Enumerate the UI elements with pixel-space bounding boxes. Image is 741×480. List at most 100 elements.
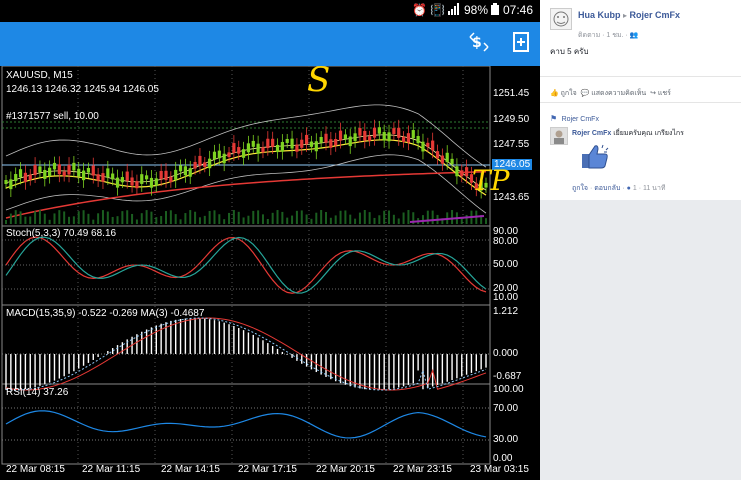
comment-like-count: 1 xyxy=(632,185,637,192)
candle-body xyxy=(324,133,328,143)
candle-body xyxy=(465,167,469,177)
stoch-label: Stoch(5,3,3) 70.49 68.16 xyxy=(6,228,117,239)
page-label[interactable]: Rojer CmFx xyxy=(562,116,599,123)
candle-body xyxy=(159,170,163,180)
post-meta: ติดตาม · 1 ชม. · xyxy=(578,32,630,39)
signal-icon xyxy=(448,3,460,18)
volume-bar xyxy=(266,218,269,224)
app-toolbar: $ xyxy=(0,22,540,66)
comment-author[interactable]: Rojer CmFx xyxy=(572,130,611,137)
candle-body xyxy=(343,134,347,140)
candle-body xyxy=(198,155,202,166)
candle-body xyxy=(33,165,37,176)
candle-body xyxy=(169,176,173,183)
time-tick: 22 Mar 14:15 xyxy=(161,464,220,475)
volume-bar xyxy=(383,210,386,224)
comment-avatar[interactable] xyxy=(550,127,568,145)
candle-body xyxy=(222,153,226,164)
volume-bar xyxy=(150,211,153,224)
macd-tick: -0.687 xyxy=(493,371,522,382)
candle-body xyxy=(445,152,449,163)
candle-body xyxy=(111,173,115,180)
candle-body xyxy=(77,168,81,177)
candle-body xyxy=(14,174,18,182)
candle-body xyxy=(135,181,139,189)
time-tick: 23 Mar 03:15 xyxy=(470,464,529,475)
volume-bar xyxy=(179,219,182,224)
candle-body xyxy=(450,158,454,165)
currency-exchange-icon[interactable]: $ xyxy=(466,31,492,57)
candle-body xyxy=(334,139,338,146)
candle-body xyxy=(145,175,149,180)
candle-body xyxy=(193,161,197,169)
order-label: #1371577 sell, 10.00 xyxy=(6,111,99,122)
volume-bar xyxy=(58,210,61,224)
candle-body xyxy=(280,141,284,152)
like-button[interactable]: ถูกใจ xyxy=(561,90,577,97)
volume-bar xyxy=(257,210,260,224)
volume-bar xyxy=(325,212,327,224)
svg-text:$: $ xyxy=(472,35,482,51)
thumbs-up-sticker xyxy=(580,142,610,177)
chart-symbol: XAUUSD, M15 xyxy=(6,70,73,81)
volume-bar xyxy=(68,216,71,224)
candle-body xyxy=(96,174,100,181)
volume-bar xyxy=(24,216,27,224)
candle-body xyxy=(164,170,168,181)
rsi-tick: 30.00 xyxy=(493,434,519,445)
volume-bar xyxy=(53,213,56,224)
volume-bar xyxy=(397,218,400,224)
volume-bar xyxy=(14,210,17,224)
price-chart[interactable]: XAUUSD, M15 1246.13 1246.32 1245.94 1246… xyxy=(0,66,540,480)
avatar[interactable] xyxy=(550,8,572,30)
volume-bar xyxy=(407,210,410,224)
candle-body xyxy=(290,138,294,149)
candle-body xyxy=(387,132,391,142)
comment-like-button[interactable]: ถูกใจ xyxy=(572,185,588,192)
candle-body xyxy=(48,167,52,177)
macd-label: MACD(15,35,9) -0.522 -0.269 MA(3) -0.468… xyxy=(6,308,205,319)
volume-bar xyxy=(315,212,318,224)
volume-bar xyxy=(363,210,366,224)
clock: 07:46 xyxy=(503,3,534,17)
candle-body xyxy=(237,147,241,154)
share-button[interactable]: แชร์ xyxy=(658,90,671,97)
volume-bar xyxy=(19,211,22,224)
volume-bar xyxy=(291,215,294,224)
candle-body xyxy=(217,150,221,159)
volume-bar xyxy=(208,210,211,224)
like-count-icon: ● xyxy=(626,185,631,192)
post-author[interactable]: Hua Kubp xyxy=(578,10,621,20)
volume-bar xyxy=(198,217,201,224)
candle-body xyxy=(309,141,314,147)
candle-body xyxy=(329,139,333,148)
candle-body xyxy=(174,169,178,180)
candle-body xyxy=(125,171,129,181)
post-target[interactable]: Rojer CmFx xyxy=(630,10,681,20)
volume-bar xyxy=(295,210,298,224)
candle-body xyxy=(271,138,275,147)
candle-body xyxy=(377,127,381,134)
comment-text: เยี่ยมครับคุณ เกรียงไกร xyxy=(613,130,684,137)
macd-tick: 1.212 xyxy=(493,306,519,317)
candle-body xyxy=(348,136,352,147)
add-document-icon[interactable] xyxy=(508,31,534,57)
candle-body xyxy=(38,166,42,173)
volume-bar xyxy=(34,211,37,224)
candle-body xyxy=(266,138,270,149)
show-comments-button[interactable]: แสดงความคิดเห็น xyxy=(591,90,646,97)
volume-bar xyxy=(169,210,172,224)
divider xyxy=(540,76,741,77)
candle-body xyxy=(256,143,260,154)
candle-body xyxy=(52,162,57,170)
macd-tick: 0.000 xyxy=(493,348,519,359)
price-tick: 1251.45 xyxy=(493,88,530,99)
volume-bar xyxy=(165,211,167,224)
comment-reply-button[interactable]: ตอบกลับ xyxy=(594,185,620,192)
volume-bar xyxy=(334,215,337,224)
candle-body xyxy=(183,166,187,176)
volume-bar xyxy=(465,214,468,224)
candle-body xyxy=(411,130,415,139)
like-icon: 👍 xyxy=(550,90,559,97)
volume-bar xyxy=(300,210,303,224)
